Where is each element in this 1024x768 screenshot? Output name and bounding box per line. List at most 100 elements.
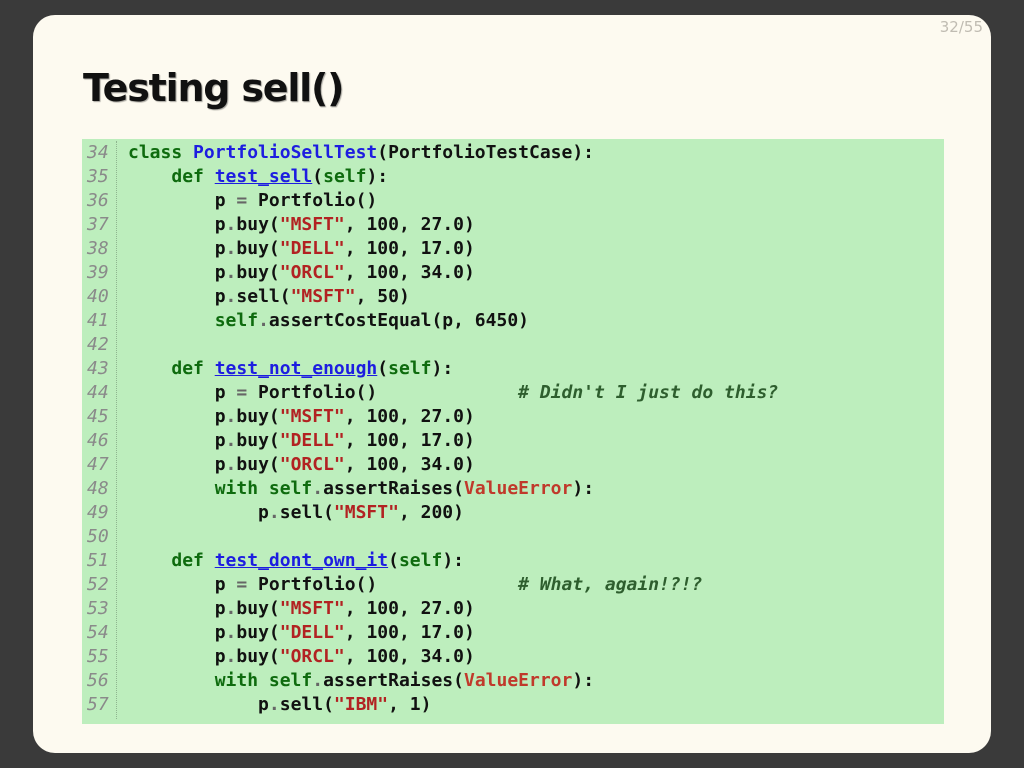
code-token: p (128, 214, 226, 235)
line-number: 45 (87, 406, 109, 427)
code-token: with self (214, 670, 313, 691)
code-token: "MSFT" (333, 502, 399, 523)
code-token: , 100, 34.0) (344, 454, 475, 475)
code-token: p (128, 646, 226, 667)
code-token: ValueError (463, 478, 573, 499)
code-line: p.buy("MSFT", 100, 27.0) (128, 597, 778, 621)
code-token: buy( (236, 214, 280, 235)
line-number: 43 (87, 358, 109, 379)
code-token: "MSFT" (279, 598, 345, 619)
line-number: 46 (87, 430, 109, 451)
code-token: class (128, 142, 194, 163)
code-token: . (268, 502, 280, 523)
code-line: p.sell("MSFT", 50) (128, 285, 778, 309)
code-token: ): (366, 166, 389, 187)
code-token: . (258, 310, 269, 331)
code-token: "MSFT" (279, 406, 345, 427)
code-token: p (128, 454, 226, 475)
code-line: p = Portfolio() # Didn't I just do this? (128, 381, 779, 405)
code-token: "DELL" (279, 622, 345, 643)
code-token: ): (442, 550, 464, 571)
line-number: 49 (87, 502, 109, 523)
code-token: buy( (236, 406, 280, 427)
code-token: p (128, 382, 237, 403)
code-line: def test_dont_own_it(self): (128, 549, 778, 573)
code-token: , 100, 17.0) (344, 430, 475, 451)
line-number: 50 (87, 526, 109, 547)
code-token: = (236, 190, 248, 211)
code-token: assertRaises( (323, 478, 464, 499)
line-number-gutter: 34 35 36 37 38 39 40 41 42 43 44 45 46 47 48 49 50 51 52 53… (82, 141, 117, 719)
code-token: "DELL" (279, 430, 345, 451)
line-number: 48 (87, 478, 109, 499)
code-token: , 200) (398, 502, 464, 523)
code-line: p.buy("DELL", 100, 17.0) (128, 621, 778, 645)
code-token: def (171, 358, 215, 379)
code-token: self (398, 550, 443, 571)
code-listing: class PortfolioSellTest(PortfolioTestCas… (128, 141, 778, 717)
line-number: 57 (87, 694, 109, 715)
code-token: . (225, 214, 237, 235)
code-token: , 50) (355, 286, 410, 307)
line-number: 53 (87, 598, 109, 619)
slide-title: Testing sell() (83, 66, 345, 110)
code-line: p = Portfolio() (128, 189, 778, 213)
code-token: . (225, 622, 237, 643)
code-line: p.buy("ORCL", 100, 34.0) (128, 645, 778, 669)
code-token: ): (572, 478, 595, 499)
code-token: assertCostEqual(p, 6450) (268, 310, 529, 331)
code-token: buy( (236, 430, 280, 451)
line-number: 36 (87, 190, 109, 211)
code-token: sell( (236, 286, 291, 307)
code-line: self.assertCostEqual(p, 6450) (128, 309, 778, 333)
code-token: p (128, 406, 226, 427)
code-token: test_sell (214, 166, 313, 187)
code-token: # Didn't I just do this? (518, 382, 779, 403)
slide: 32/55 Testing sell() 34 35 36 37 38 39 40 41 42 4… (33, 15, 991, 753)
code-token: . (268, 694, 280, 715)
code-token: test_dont_own_it (214, 550, 389, 571)
line-number: 37 (87, 214, 109, 235)
code-token: , 100, 27.0) (344, 214, 475, 235)
line-number: 34 (87, 142, 109, 163)
code-token: p (128, 622, 226, 643)
code-token: , 100, 17.0) (344, 622, 475, 643)
line-number: 35 (87, 166, 109, 187)
code-token: PortfolioSellTest (193, 142, 378, 163)
code-token: "ORCL" (279, 646, 345, 667)
line-number: 56 (87, 670, 109, 691)
code-token: ValueError (463, 670, 573, 691)
code-token: buy( (236, 622, 280, 643)
code-token: p (128, 574, 237, 595)
code-token: ): (572, 670, 595, 691)
code-token: . (225, 238, 237, 259)
code-token: sell( (279, 502, 334, 523)
code-block: 34 35 36 37 38 39 40 41 42 43 44 45 46 47 48 49 50 51 52 53… (82, 139, 944, 724)
code-token: = (236, 574, 248, 595)
code-token: buy( (236, 238, 280, 259)
code-token: . (312, 670, 324, 691)
code-token: , 100, 27.0) (344, 598, 475, 619)
code-token: p (128, 430, 226, 451)
code-token: Portfolio() (247, 574, 519, 595)
code-token: (PortfolioTestCase): (377, 142, 595, 163)
code-token: buy( (236, 454, 280, 475)
code-line: def test_not_enough(self): (128, 357, 778, 381)
code-token: p (128, 238, 226, 259)
code-token: . (225, 406, 237, 427)
code-token: p (128, 502, 269, 523)
code-line: p.sell("MSFT", 200) (128, 501, 778, 525)
code-token: , 100, 34.0) (344, 262, 475, 283)
code-token: . (225, 646, 237, 667)
code-token: "IBM" (333, 694, 389, 715)
code-token: p (128, 190, 237, 211)
code-token: , 100, 17.0) (344, 238, 475, 259)
code-line: p.buy("MSFT", 100, 27.0) (128, 405, 778, 429)
code-line: p.buy("ORCL", 100, 34.0) (128, 453, 778, 477)
